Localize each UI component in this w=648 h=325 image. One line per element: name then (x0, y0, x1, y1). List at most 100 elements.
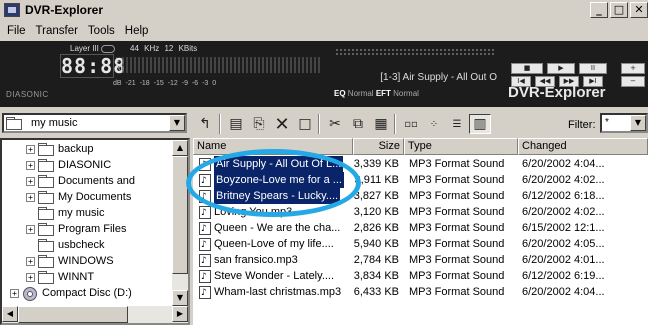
menu-bar: File Transfer Tools Help (0, 22, 153, 40)
file-size: 5,940 KB (353, 238, 399, 250)
stop-button[interactable]: ■ (511, 63, 543, 74)
copy-icon[interactable]: ⧉ (347, 114, 369, 134)
file-type: MP3 Format Sound (409, 222, 505, 234)
tree-item-my-music[interactable]: my music (26, 205, 104, 221)
filter-label: Filter: (568, 119, 596, 131)
tree-item-diasonic[interactable]: + DIASONIC (26, 157, 111, 173)
scroll-left-icon[interactable]: ◀ (2, 306, 18, 322)
tree-item-label: WINNT (58, 271, 95, 283)
column-header-changed[interactable]: Changed (518, 138, 648, 155)
large-icons-icon[interactable]: ▫▫ (400, 114, 422, 134)
file-name: Air Supply - All Out Of L... (214, 156, 344, 172)
file-row[interactable]: Britney Spears - Lucky.... 3,827 KB MP3 … (193, 188, 648, 204)
audio-file-icon (199, 221, 211, 236)
menu-file[interactable]: File (2, 25, 31, 37)
file-size: 3,120 KB (353, 206, 399, 218)
eq-value: Normal (347, 89, 374, 98)
expand-icon[interactable]: + (26, 192, 35, 202)
folder-select[interactable]: my music ▼ (2, 113, 187, 133)
expand-icon[interactable]: + (10, 288, 19, 298)
small-icons-icon[interactable]: ⁘ (423, 114, 445, 134)
folder-icon (38, 191, 54, 204)
file-row[interactable]: Wham-last christmas.mp3 6,433 KB MP3 For… (193, 284, 648, 300)
new-folder-icon[interactable]: □ (294, 114, 316, 134)
properties-icon[interactable]: ▤ (225, 114, 247, 134)
column-header-type[interactable]: Type (404, 138, 518, 155)
maximize-button[interactable]: □ (610, 2, 628, 18)
play-button[interactable]: ▶ (547, 63, 575, 74)
details-view-icon[interactable]: ▥ (469, 114, 491, 134)
chevron-down-icon[interactable]: ▼ (169, 115, 185, 131)
toolbar-separator (318, 114, 320, 134)
folder-icon (38, 175, 54, 188)
delete-icon[interactable]: ✕ (271, 114, 293, 135)
tree-horizontal-scrollbar[interactable]: ◀ ▶ (2, 306, 188, 323)
tree-item-winnt[interactable]: + WINNT (26, 269, 94, 285)
tree-item-compact-disc[interactable]: + Compact Disc (D:) (10, 285, 132, 301)
file-size: 3,339 KB (353, 158, 399, 170)
menu-tools[interactable]: Tools (83, 25, 120, 37)
file-size: 3,911 KB (354, 174, 399, 186)
filter-select[interactable]: * ▼ (600, 113, 648, 133)
list-view-icon[interactable]: ☰ (446, 114, 468, 134)
tree-item-label: WINDOWS (58, 255, 114, 267)
expand-icon[interactable]: + (26, 272, 35, 282)
app-icon (4, 3, 20, 17)
expand-icon[interactable]: + (26, 144, 35, 154)
folder-icon (38, 255, 54, 268)
tree-item-my-documents[interactable]: + My Documents (26, 189, 131, 205)
file-row[interactable]: san fransico.mp3 2,784 KB MP3 Format Sou… (193, 252, 648, 268)
column-header-size[interactable]: Size (353, 138, 404, 155)
pause-button[interactable]: II (579, 63, 607, 74)
file-size: 6,433 KB (353, 286, 399, 298)
audio-file-icon (199, 157, 211, 172)
progress-dots[interactable] (335, 48, 495, 56)
scroll-down-icon[interactable]: ▼ (172, 290, 188, 306)
file-name: Wham-last christmas.mp3 (214, 286, 342, 298)
layer-text: Layer III (70, 44, 99, 53)
scroll-right-icon[interactable]: ▶ (172, 306, 188, 322)
file-row[interactable]: Boyzone-Love me for a ... 3,911 KB MP3 F… (193, 172, 648, 188)
close-button[interactable]: ✕ (630, 2, 648, 18)
paste-icon[interactable]: ▦ (370, 114, 392, 134)
folder-tree: + backup + DIASONIC + Documents and + My Doc… (0, 138, 190, 325)
tree-item-windows[interactable]: + WINDOWS (26, 253, 114, 269)
tree-item-label: Documents and (58, 175, 136, 187)
file-type: MP3 Format Sound (409, 174, 505, 186)
kbits-text: 12 KBits (164, 44, 198, 53)
file-row[interactable]: Queen-Love of my life.... 5,940 KB MP3 F… (193, 236, 648, 252)
cut-icon[interactable]: ✂ (324, 114, 346, 134)
level-meter (122, 57, 322, 73)
file-type: MP3 Format Sound (409, 206, 505, 218)
tree-item-documents-and[interactable]: + Documents and (26, 173, 135, 189)
file-changed: 6/20/2002 4:02... (522, 206, 605, 218)
scroll-up-icon[interactable]: ▲ (172, 140, 188, 156)
up-folder-icon[interactable]: ↰ (194, 114, 216, 134)
menu-help[interactable]: Help (120, 25, 154, 37)
tree-item-backup[interactable]: + backup (26, 141, 93, 157)
minimize-button[interactable]: _ (590, 2, 608, 18)
tree-item-usbcheck[interactable]: usbcheck (26, 237, 104, 253)
file-row[interactable]: Queen - We are the cha... 2,826 KB MP3 F… (193, 220, 648, 236)
scroll-thumb[interactable] (172, 156, 188, 274)
file-size: 2,784 KB (353, 254, 399, 266)
tree-vertical-scrollbar[interactable]: ▲ ▼ (172, 140, 188, 306)
scroll-thumb[interactable] (18, 306, 128, 323)
file-row[interactable]: Steve Wonder - Lately.... 3,834 KB MP3 F… (193, 268, 648, 284)
file-list: Name Size Type Changed Air Supply - All … (193, 138, 648, 325)
volume-up-button[interactable]: + (621, 63, 645, 74)
menu-transfer[interactable]: Transfer (31, 25, 83, 37)
file-row[interactable]: Loving You.mp3 3,120 KB MP3 Format Sound… (193, 204, 648, 220)
expand-icon[interactable]: + (26, 256, 35, 266)
expand-icon[interactable]: + (26, 176, 35, 186)
expand-icon[interactable]: + (26, 160, 35, 170)
file-row[interactable]: Air Supply - All Out Of L... 3,339 KB MP… (193, 156, 648, 172)
file-changed: 6/15/2002 12:1... (522, 222, 605, 234)
rename-icon[interactable]: ⎘ (248, 114, 270, 134)
tree-item-program-files[interactable]: + Program Files (26, 221, 126, 237)
expand-icon[interactable]: + (26, 224, 35, 234)
brand-small: DIASONIC (6, 90, 49, 99)
column-header-name[interactable]: Name (193, 138, 353, 155)
file-name: Queen - We are the cha... (214, 222, 341, 234)
chevron-down-icon[interactable]: ▼ (630, 115, 646, 131)
